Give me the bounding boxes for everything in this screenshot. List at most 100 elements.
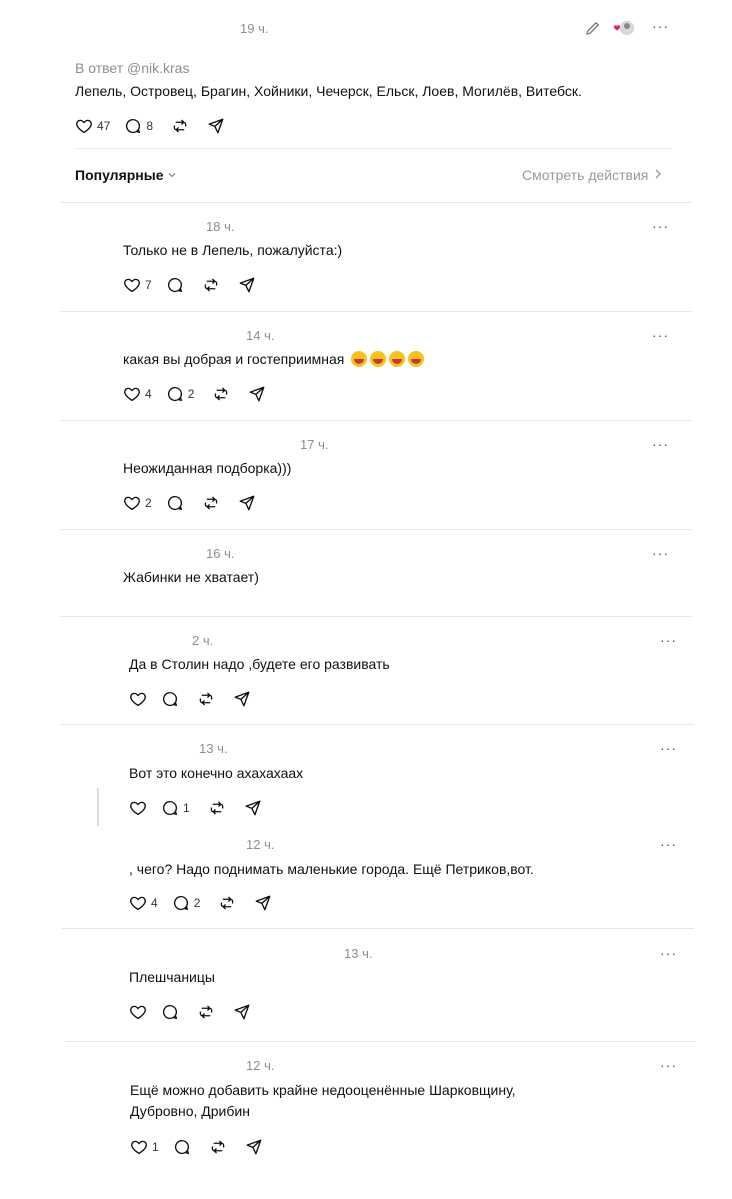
chevron-down-icon <box>167 167 177 183</box>
comment-time: 18 ч. <box>206 219 235 234</box>
share-icon <box>238 494 256 512</box>
comment-actions: 2 <box>123 493 274 513</box>
like-count: 1 <box>152 1140 159 1154</box>
comment-icon <box>166 385 184 403</box>
share-icon <box>254 894 272 912</box>
post-text: Лепель, Островец, Брагин, Хойники, Чечер… <box>75 83 582 99</box>
comment-actions <box>129 1002 269 1022</box>
heart-icon <box>129 690 147 708</box>
comment-time: 2 ч. <box>192 633 214 648</box>
like-button[interactable]: 4 <box>129 894 158 912</box>
repost-button[interactable] <box>202 494 220 512</box>
repost-button[interactable] <box>208 799 226 817</box>
divider <box>60 311 692 312</box>
chevron-right-icon <box>654 167 662 183</box>
share-icon <box>245 1138 263 1156</box>
share-button[interactable] <box>233 690 251 708</box>
like-button[interactable]: 4 <box>123 385 152 403</box>
sort-dropdown[interactable]: Популярные <box>75 167 177 183</box>
share-button[interactable] <box>233 1003 251 1021</box>
comment-text: Дубровно, Дрибин <box>130 1103 250 1119</box>
heart-icon <box>130 1138 148 1156</box>
repost-button[interactable] <box>218 894 236 912</box>
comment-text: Ещё можно добавить крайне недооценённые … <box>130 1082 516 1098</box>
repost-button[interactable] <box>209 1138 227 1156</box>
repost-icon <box>208 799 226 817</box>
like-count: 47 <box>97 119 111 133</box>
post-time: 19 ч. <box>240 21 269 36</box>
reply-button[interactable] <box>166 276 184 294</box>
like-button[interactable] <box>129 1003 147 1021</box>
comment-text: Вот это конечно ахахахаах <box>129 765 304 781</box>
reply-count: 2 <box>193 896 201 910</box>
divider <box>60 616 692 617</box>
comment-text: какая вы добрая и гостеприимная <box>123 351 425 367</box>
more-icon[interactable]: ··· <box>660 632 677 648</box>
reply-button[interactable] <box>161 690 179 708</box>
divider <box>75 148 671 149</box>
laughing-emoji-icon <box>408 351 425 367</box>
reply-button[interactable]: 2 <box>166 385 194 403</box>
more-icon[interactable]: ··· <box>652 18 669 34</box>
like-count: 4 <box>145 387 152 401</box>
comment-text: Да в Столин надо ,будете его развивать <box>129 656 390 672</box>
more-icon[interactable]: ··· <box>660 836 677 852</box>
more-icon[interactable]: ··· <box>652 218 669 234</box>
like-button[interactable]: 47 <box>75 117 110 135</box>
more-icon[interactable]: ··· <box>652 545 669 561</box>
comment-actions: 4 2 <box>123 384 284 404</box>
share-button[interactable] <box>238 494 256 512</box>
repost-button[interactable] <box>212 385 230 403</box>
pencil-icon[interactable] <box>584 19 602 42</box>
reply-button[interactable] <box>173 1138 191 1156</box>
more-icon[interactable]: ··· <box>660 945 677 961</box>
reply-button[interactable]: 2 <box>172 894 201 912</box>
comment-icon <box>161 690 179 708</box>
repost-icon <box>209 1138 227 1156</box>
more-icon[interactable]: ··· <box>660 740 677 756</box>
reply-button[interactable]: 1 <box>161 799 190 817</box>
like-button[interactable] <box>129 690 147 708</box>
comment-actions: 1 <box>130 1137 281 1157</box>
comment-icon <box>172 894 190 912</box>
more-icon[interactable]: ··· <box>652 327 669 343</box>
divider <box>60 202 692 203</box>
repost-button[interactable] <box>197 1003 215 1021</box>
post-actions: 47 8 <box>75 116 243 136</box>
like-button[interactable] <box>129 799 147 817</box>
like-button[interactable]: 2 <box>123 494 152 512</box>
like-button[interactable]: 7 <box>123 276 152 294</box>
share-button[interactable] <box>238 276 256 294</box>
comment-text: Плешчаницы <box>129 969 215 985</box>
reply-button[interactable] <box>166 494 184 512</box>
more-icon[interactable]: ··· <box>660 1057 677 1073</box>
view-activity-label: Смотреть действия <box>522 167 649 183</box>
like-count: 7 <box>145 278 152 292</box>
repost-button[interactable] <box>202 276 220 294</box>
heart-icon <box>123 276 141 294</box>
laughing-emoji-icon <box>389 351 406 367</box>
comment-actions: 1 <box>129 798 280 818</box>
share-icon <box>248 385 266 403</box>
reply-button[interactable] <box>161 1003 179 1021</box>
share-icon <box>207 117 225 135</box>
repost-button[interactable] <box>197 690 215 708</box>
share-button[interactable] <box>244 799 262 817</box>
more-icon[interactable]: ··· <box>652 436 669 452</box>
share-button[interactable] <box>254 894 272 912</box>
comment-time: 12 ч. <box>246 1058 275 1073</box>
repost-button[interactable] <box>171 117 189 135</box>
divider <box>62 928 694 929</box>
reply-button[interactable]: 8 <box>124 117 153 135</box>
divider <box>60 420 692 421</box>
share-button[interactable] <box>248 385 266 403</box>
like-button[interactable]: 1 <box>130 1138 159 1156</box>
share-button[interactable] <box>207 117 225 135</box>
share-button[interactable] <box>245 1138 263 1156</box>
comment-time: 16 ч. <box>206 546 235 561</box>
view-activity-link[interactable]: Смотреть действия <box>522 167 662 183</box>
repost-icon <box>197 1003 215 1021</box>
thread-line <box>97 788 99 826</box>
comment-icon <box>166 494 184 512</box>
comment-actions: 7 <box>123 275 274 295</box>
